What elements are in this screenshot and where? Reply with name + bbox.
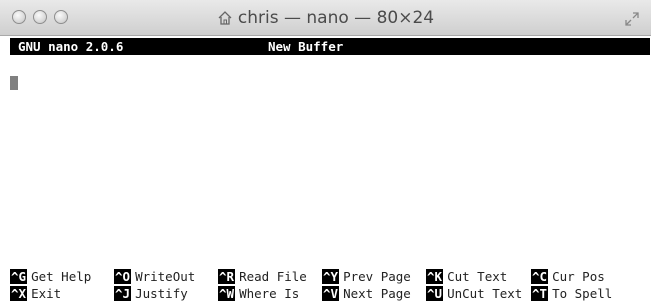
shortcut-key: ^O: [114, 269, 132, 284]
shortcut-label: UnCut Text: [447, 286, 523, 301]
shortcut-cur-pos[interactable]: ^C Cur Pos: [531, 269, 605, 284]
shortcut-label: Cut Text: [447, 269, 508, 284]
buffer-name: New Buffer: [268, 39, 344, 54]
editor-area[interactable]: [10, 60, 650, 260]
shortcut-prev-page[interactable]: ^Y Prev Page: [322, 269, 411, 284]
shortcut-key: ^G: [10, 269, 28, 284]
shortcut-bar: ^G Get Help ^O WriteOut ^R Read File ^Y Prev…: [10, 268, 651, 302]
nano-status-bar: GNU nano 2.0.6 New Buffer: [10, 38, 650, 55]
shortcut-cut-text[interactable]: ^K Cut Text: [426, 269, 507, 284]
program-version: GNU nano 2.0.6: [18, 39, 124, 54]
text-cursor: [10, 76, 18, 90]
shortcut-key: ^K: [426, 269, 444, 284]
terminal-window: chris — nano — 80×24 GNU nano 2.0.6 New …: [0, 0, 651, 303]
shortcut-label: Exit: [31, 286, 62, 301]
shortcut-key: ^V: [322, 286, 340, 301]
shortcut-key: ^Y: [322, 269, 340, 284]
shortcut-label: Get Help: [31, 269, 92, 284]
shortcut-label: To Spell: [552, 286, 613, 301]
shortcut-label: WriteOut: [135, 269, 196, 284]
window-title-group: chris — nano — 80×24: [0, 0, 651, 36]
shortcut-label: Next Page: [343, 286, 411, 301]
shortcut-label: Read File: [239, 269, 307, 284]
shortcut-next-page[interactable]: ^V Next Page: [322, 286, 411, 301]
shortcut-label: Justify: [135, 286, 188, 301]
title-bar[interactable]: chris — nano — 80×24: [0, 0, 651, 36]
shortcut-to-spell[interactable]: ^T To Spell: [531, 286, 612, 301]
shortcut-key: ^W: [218, 286, 236, 301]
shortcut-read-file[interactable]: ^R Read File: [218, 269, 307, 284]
shortcut-label: Where Is: [239, 286, 300, 301]
shortcut-key: ^U: [426, 286, 444, 301]
shortcut-justify[interactable]: ^J Justify: [114, 286, 188, 301]
window-title: chris — nano — 80×24: [237, 8, 435, 28]
home-icon: [218, 11, 232, 25]
shortcut-key: ^R: [218, 269, 236, 284]
shortcut-label: Cur Pos: [552, 269, 605, 284]
shortcut-key: ^C: [531, 269, 549, 284]
shortcut-exit[interactable]: ^X Exit: [10, 286, 61, 301]
shortcut-get-help[interactable]: ^G Get Help: [10, 269, 91, 284]
shortcut-key: ^X: [10, 286, 28, 301]
shortcut-key: ^J: [114, 286, 132, 301]
shortcut-where-is[interactable]: ^W Where Is: [218, 286, 299, 301]
shortcut-key: ^T: [531, 286, 549, 301]
shortcut-label: Prev Page: [343, 269, 411, 284]
shortcut-writeout[interactable]: ^O WriteOut: [114, 269, 195, 284]
shortcut-uncut-text[interactable]: ^U UnCut Text: [426, 286, 522, 301]
fullscreen-icon[interactable]: [625, 12, 639, 26]
